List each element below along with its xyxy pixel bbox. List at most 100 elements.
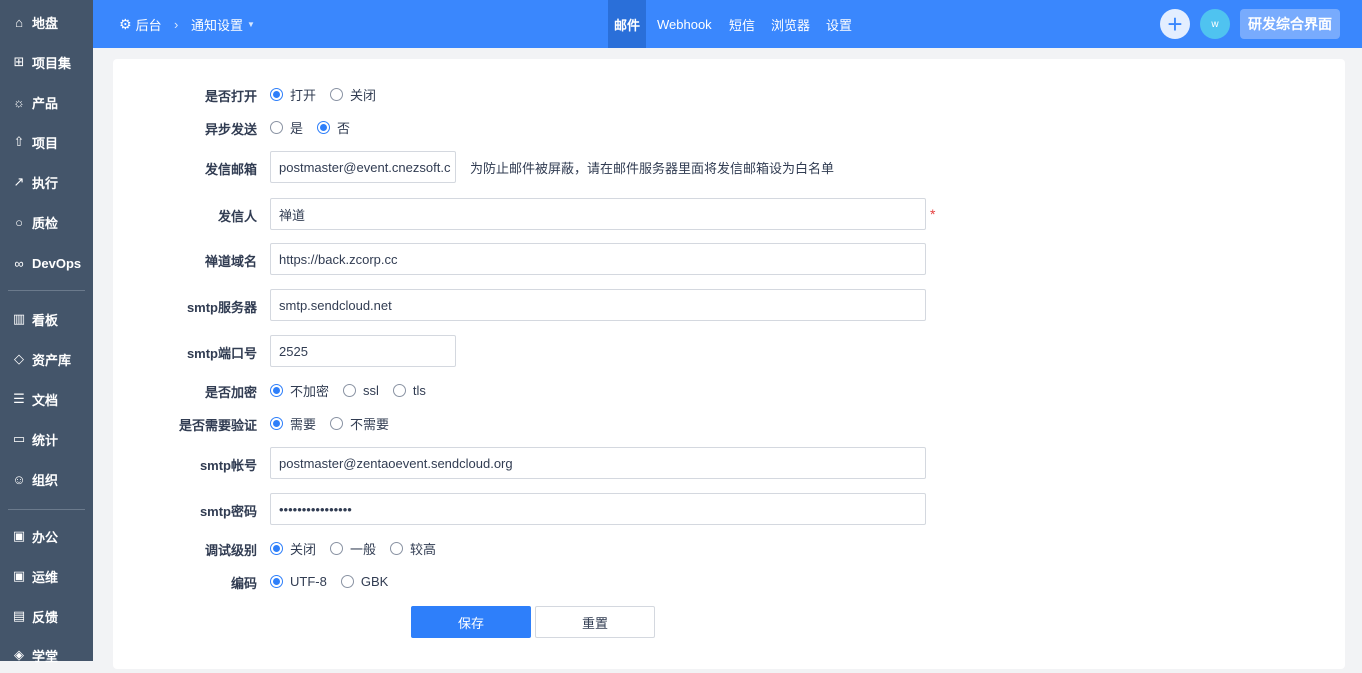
sidebar-item-3[interactable]: ⇧ 项目 [0, 124, 93, 160]
sidebar-item-14[interactable]: ▤ 反馈 [0, 598, 93, 634]
async-option[interactable]: 否 [317, 118, 350, 137]
sidebar-item-label: 执行 [32, 175, 59, 191]
async-option[interactable]: 是 [270, 118, 303, 137]
tab-settings[interactable]: 设置 [820, 0, 858, 48]
breadcrumb-notify[interactable]: 通知设置 ▼ [191, 0, 255, 48]
enable-option[interactable]: 关闭 [330, 85, 376, 104]
smtp_port-input[interactable]: 2525 [270, 335, 456, 367]
domain-input[interactable]: https://back.zcorp.cc [270, 243, 926, 275]
sidebar-item-4[interactable]: ↗ 执行 [0, 164, 93, 200]
charset-option[interactable]: UTF-8 [270, 574, 327, 589]
sidebar-item-5[interactable]: ○ 质检 [0, 204, 93, 240]
radio-button[interactable] [270, 574, 283, 588]
debug-label: 调试级别 [204, 543, 257, 558]
avatar[interactable]: w [1200, 9, 1230, 39]
radio-label: 不加密 [290, 383, 330, 399]
radio-button[interactable] [343, 383, 357, 397]
debug-option[interactable]: 较高 [390, 539, 436, 558]
sidebar-item-13[interactable]: ▣ 运维 [0, 558, 93, 594]
bulb-icon: ☼ [13, 94, 25, 110]
sidebar-item-9[interactable]: ☰ 文档 [0, 381, 93, 417]
radio-button[interactable] [317, 120, 331, 134]
secure-option[interactable]: ssl [343, 383, 379, 398]
sidebar-divider [8, 290, 85, 291]
secure-option[interactable]: tls [392, 382, 426, 398]
sidebar-item-6[interactable]: ∞ DevOps [0, 245, 93, 281]
breadcrumb-label: 后台 [135, 17, 162, 33]
doc-icon: ☰ [13, 391, 25, 406]
chevron-right-icon: › [174, 16, 179, 32]
auth-option[interactable]: 需要 [270, 414, 316, 433]
domain-label: 禅道域名 [204, 254, 257, 269]
radio-label: tls [412, 382, 426, 398]
people-icon: ☺ [12, 471, 26, 487]
secure-label: 是否加密 [204, 385, 257, 400]
chart-icon: ▭ [12, 431, 26, 446]
radio-button[interactable] [330, 87, 344, 101]
radio-button[interactable] [330, 416, 344, 430]
radio-label: UTF-8 [290, 573, 327, 589]
radio-button[interactable] [270, 383, 283, 397]
diamond-icon: ◇ [14, 351, 24, 366]
feedback-icon: ▤ [12, 608, 26, 623]
radio-button[interactable] [270, 87, 283, 101]
gear-icon: ⚙ [119, 15, 132, 32]
enable-option[interactable]: 打开 [270, 85, 316, 104]
sidebar-item-11[interactable]: ☺ 组织 [0, 461, 93, 497]
radio-button[interactable] [390, 541, 404, 555]
sidebar-item-8[interactable]: ◇ 资产库 [0, 341, 93, 377]
debug-option[interactable]: 一般 [330, 539, 376, 558]
auth-option[interactable]: 不需要 [330, 414, 389, 433]
sidebar-item-label: 项目集 [32, 55, 72, 71]
save-button[interactable]: 保存 [411, 606, 531, 638]
from_addr-input[interactable]: postmaster@event.cnezsoft.c [270, 151, 456, 183]
app-switch-button[interactable]: 研发综合界面 [1240, 9, 1340, 39]
radio-label: ssl [363, 382, 379, 398]
password-input[interactable]: •••••••••••••••• [270, 493, 926, 525]
sidebar-item-label: 学堂 [32, 648, 59, 664]
sidebar-item-label: 看板 [32, 312, 59, 328]
add-button[interactable]: + [1160, 9, 1190, 39]
sidebar: ⌂ 地盘 ⊞ 项目集 ☼ 产品 ⇧ 项目 ↗ 执行 ○ 质检 ∞ DevOps ▥ 看板 ◇ 资产库 ☰ 文档 ▭ 统计 ☺… [0, 0, 93, 664]
sidebar-item-7[interactable]: ▥ 看板 [0, 301, 93, 337]
charset-option[interactable]: GBK [340, 574, 388, 589]
sidebar-item-label: 统计 [32, 432, 59, 448]
reset-button[interactable]: 重置 [535, 606, 655, 638]
sidebar-item-10[interactable]: ▭ 统计 [0, 421, 93, 457]
radio-button[interactable] [270, 120, 283, 134]
required-marker: * [930, 206, 936, 222]
radio-button[interactable] [340, 574, 354, 588]
sidebar-item-0[interactable]: ⌂ 地盘 [0, 4, 93, 40]
rocket-icon: ⇧ [13, 134, 25, 149]
tab-webhook[interactable]: Webhook [651, 0, 718, 48]
from_name-label: 发信人 [217, 209, 257, 224]
smtp_host-label: smtp服务器 [186, 300, 257, 315]
username-input[interactable]: postmaster@zentaoevent.sendcloud.org [270, 447, 926, 479]
breadcrumb-admin[interactable]: ⚙ 后台 [119, 0, 162, 48]
async-label: 异步发送 [204, 122, 257, 137]
sidebar-item-label: 办公 [32, 529, 59, 545]
radio-button[interactable] [270, 541, 283, 555]
debug-option[interactable]: 关闭 [270, 539, 316, 558]
ops-icon: ▣ [12, 568, 26, 583]
username-label: smtp帐号 [199, 458, 257, 473]
radio-label: 较高 [410, 541, 437, 557]
from_name-input[interactable]: 禅道 [270, 198, 926, 230]
sidebar-item-2[interactable]: ☼ 产品 [0, 84, 93, 120]
sidebar-item-15[interactable]: ◈ 学堂 [0, 637, 93, 673]
auth-label: 是否需要验证 [178, 418, 257, 433]
tab-browser[interactable]: 浏览器 [765, 0, 816, 48]
radio-button[interactable] [392, 383, 406, 397]
from_addr-hint: 为防止邮件被屏蔽，请在邮件服务器里面将发信邮箱设为白名单 [470, 160, 835, 176]
radio-button[interactable] [270, 416, 283, 430]
secure-option[interactable]: 不加密 [270, 381, 329, 400]
search-icon: ○ [15, 214, 23, 230]
sidebar-item-1[interactable]: ⊞ 项目集 [0, 44, 93, 80]
radio-button[interactable] [330, 541, 344, 555]
tab-mail[interactable]: 邮件 [608, 0, 647, 48]
smtp_host-input[interactable]: smtp.sendcloud.net [270, 289, 926, 321]
sidebar-item-12[interactable]: ▣ 办公 [0, 518, 93, 554]
tab-sms[interactable]: 短信 [723, 0, 761, 48]
sidebar-item-label: 组织 [32, 472, 59, 488]
password-label: smtp密码 [199, 504, 257, 519]
